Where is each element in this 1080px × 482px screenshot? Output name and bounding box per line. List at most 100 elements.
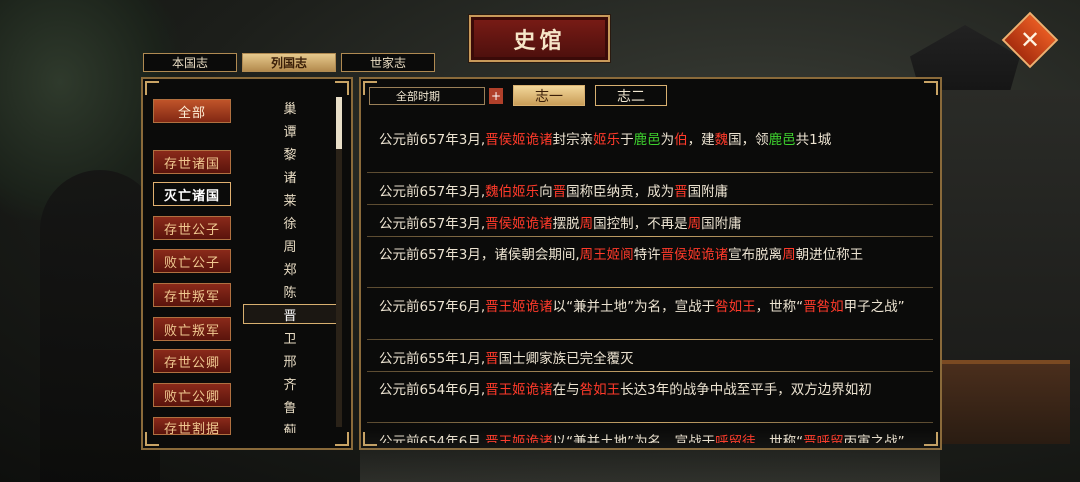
entry-text: 公元前657年6月,: [379, 299, 486, 315]
category-existing-ministers-button[interactable]: 存世公卿: [153, 349, 231, 373]
entry-text: 公元前657年3月,: [379, 184, 486, 200]
category-existing-rebels-button[interactable]: 存世叛军: [153, 283, 231, 307]
entry-highlight: 晋王姬诡诸: [485, 382, 553, 398]
entry-text: ，世称“: [755, 299, 804, 315]
entry-highlight: 呼留徒: [715, 434, 756, 443]
tab-shijiazhi[interactable]: 世家志: [341, 53, 435, 72]
background-building: [940, 360, 1070, 444]
entry-highlight: 晋: [674, 184, 688, 200]
entry-highlight: 周王姬阆: [579, 247, 634, 263]
entry-text: 国士卿家族已完全覆灭: [498, 351, 634, 367]
entry-text: 国附庸: [687, 184, 729, 200]
entry-text: 公元前657年3月,: [379, 132, 486, 148]
list-item[interactable]: 黎: [243, 143, 337, 163]
state-list: 巢 谭 黎 诸 莱 徐 周 郑 陈 晋 卫 邢 齐 鲁 蓟: [243, 93, 341, 433]
entry-text: 国称臣纳贡，成为: [566, 184, 675, 200]
category-fallen-rebels-button[interactable]: 败亡叛军: [153, 317, 231, 341]
entry-highlight: 咎如王: [579, 382, 621, 398]
category-fallen-princes-button[interactable]: 败亡公子: [153, 249, 231, 273]
close-icon: ✕: [1019, 25, 1041, 54]
list-item[interactable]: 徐: [243, 212, 337, 232]
entry-text: 公元前654年6月,: [379, 434, 486, 443]
chronicle-entries[interactable]: 公元前657年3月,晋侯姬诡诸封宗亲姬乐于鹿邑为伯，建魏国，领鹿邑共1城 公元前6…: [367, 119, 933, 443]
chronicle-entry: 公元前657年6月,晋王姬诡诸以“兼并土地”为名，宣战于咎如王，世称“晋咎如甲子…: [367, 290, 933, 340]
entry-text: 国，领: [728, 132, 769, 148]
entry-highlight: 晋侯姬诡诸: [485, 216, 553, 232]
category-existing-states-button[interactable]: 存世诸国: [153, 150, 231, 174]
entry-highlight: 晋侯姬诡诸: [660, 247, 729, 263]
entry-highlight: 晋咎如: [803, 299, 844, 315]
entry-highlight: 晋: [552, 184, 567, 200]
list-item-selected[interactable]: 晋: [243, 304, 337, 324]
entry-text: 以“兼并土地”为名，宣战于: [552, 299, 716, 315]
entry-highlight: 鹿邑: [768, 132, 796, 148]
entry-highlight: 晋侯姬诡诸: [485, 132, 553, 148]
list-item[interactable]: 谭: [243, 120, 337, 140]
chronicle-entry: 公元前655年1月,晋国士卿家族已完全覆灭: [367, 342, 933, 372]
scroll-thumb[interactable]: [336, 97, 342, 149]
entry-highlight: 晋王姬诡诸: [485, 434, 553, 443]
entry-text: 朝进位称王: [795, 247, 864, 263]
entry-highlight: 晋王姬诡诸: [485, 299, 553, 315]
list-item[interactable]: 卫: [243, 327, 337, 347]
list-item[interactable]: 巢: [243, 97, 337, 117]
page-title-banner: 史馆: [469, 15, 610, 62]
category-fallen-states-button[interactable]: 灭亡诸国: [153, 182, 231, 206]
category-all-button[interactable]: 全部: [153, 99, 231, 123]
list-item[interactable]: 郑: [243, 258, 337, 278]
entry-text: 公元前654年6月,: [379, 382, 486, 398]
category-panel: 全部 存世诸国 灭亡诸国 存世公子 败亡公子 存世叛军 败亡叛军 存世公卿 败亡…: [141, 77, 353, 450]
entry-text: 甲子之战”: [843, 299, 905, 315]
list-item[interactable]: 周: [243, 235, 337, 255]
list-item[interactable]: 莱: [243, 189, 337, 209]
category-fallen-ministers-button[interactable]: 败亡公卿: [153, 383, 231, 407]
entry-text: 为: [660, 132, 675, 148]
entry-text: 摆脱: [552, 216, 580, 232]
entry-text: 于: [620, 132, 634, 148]
entry-text: 宣布脱离: [728, 247, 783, 263]
entry-text: 公元前657年3月,: [379, 216, 486, 232]
entry-text: 丙寅之战”: [843, 434, 905, 443]
tab-guozhi-own[interactable]: 本国志: [143, 53, 237, 72]
entry-highlight: 鹿邑: [633, 132, 661, 148]
entry-text: 封宗亲: [552, 132, 594, 148]
chronicle-entry: 公元前657年3月,晋侯姬诡诸摆脱周国控制，不再是周国附庸: [367, 207, 933, 237]
entry-highlight: 魏伯姬乐: [485, 184, 540, 200]
list-item[interactable]: 蓟: [243, 419, 337, 434]
entry-text: 国控制，不再是: [593, 216, 688, 232]
zhi-two-button[interactable]: 志二: [595, 85, 667, 106]
list-item[interactable]: 陈: [243, 281, 337, 301]
chronicle-entry: 公元前657年3月,晋侯姬诡诸封宗亲姬乐于鹿邑为伯，建魏国，领鹿邑共1城: [367, 123, 933, 173]
entry-text: ，建: [687, 132, 715, 148]
entry-text: 公元前657年3月，诸侯朝会期间,: [379, 247, 580, 263]
chronicle-entry: 公元前654年6月,晋王姬诡诸在与咎如王长达3年的战争中战至平手，双方边界如初: [367, 373, 933, 423]
list-item[interactable]: 鲁: [243, 396, 337, 416]
entry-highlight: 周: [782, 247, 796, 263]
entry-text: 在与: [552, 382, 580, 398]
entry-highlight: 姬乐: [593, 132, 621, 148]
list-item[interactable]: 邢: [243, 350, 337, 370]
entry-text: 以“兼并土地”为名，宣战于: [552, 434, 716, 443]
entry-highlight: 周: [687, 216, 702, 232]
entry-text: 公元前655年1月,: [379, 351, 486, 367]
list-item[interactable]: 齐: [243, 373, 337, 393]
entry-highlight: 咎如王: [715, 299, 756, 315]
state-list-scrollbar[interactable]: [336, 97, 342, 427]
period-select[interactable]: 全部时期: [369, 87, 485, 105]
chronicle-entry: 公元前657年3月，诸侯朝会期间,周王姬阆特许晋侯姬诡诸宣布脱离周朝进位称王: [367, 238, 933, 288]
entry-text: 特许: [633, 247, 661, 263]
page-title: 史馆: [513, 28, 566, 54]
list-item[interactable]: 诸: [243, 166, 337, 186]
entry-highlight: 周: [579, 216, 594, 232]
category-existing-warlords-button[interactable]: 存世割据: [153, 417, 231, 435]
chronicle-entry: 公元前657年3月,魏伯姬乐向晋国称臣纳贡，成为晋国附庸: [367, 175, 933, 205]
period-plus-button[interactable]: +: [489, 88, 503, 104]
tab-lieguozhi[interactable]: 列国志: [242, 53, 336, 72]
category-existing-princes-button[interactable]: 存世公子: [153, 216, 231, 240]
zhi-one-button[interactable]: 志一: [513, 85, 585, 106]
entry-highlight: 晋: [485, 351, 499, 367]
entry-text: 长达3年的战争中战至平手，双方边界如初: [620, 382, 872, 398]
entry-highlight: 晋呼留: [803, 434, 844, 443]
chronicle-panel: 全部时期 + 志一 志二 公元前657年3月,晋侯姬诡诸封宗亲姬乐于鹿邑为伯，建…: [359, 77, 942, 450]
chronicle-entry: 公元前654年6月,晋王姬诡诸以“兼并土地”为名，宣战于呼留徒，世称“晋呼留丙寅…: [367, 425, 933, 443]
